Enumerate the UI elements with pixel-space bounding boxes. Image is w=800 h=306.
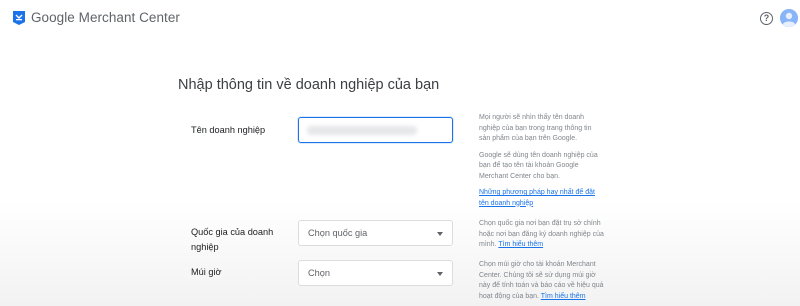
business-name-value-blurred xyxy=(307,126,417,135)
page-title: Nhập thông tin về doanh nghiệp của bạn xyxy=(178,77,440,93)
country-select[interactable]: Chọn quốc gia xyxy=(298,220,453,246)
country-help: Chọn quốc gia nơi bạn đặt trụ sở chính h… xyxy=(479,219,604,251)
timezone-select-value: Chọn xyxy=(308,268,330,278)
country-label: Quốc gia của doanh nghiệp xyxy=(191,225,273,255)
merchant-center-logo-icon xyxy=(13,11,25,25)
page-background-fade xyxy=(0,200,800,306)
business-name-input[interactable] xyxy=(298,117,453,143)
business-name-label: Tên doanh nghiệp xyxy=(191,125,266,135)
timezone-help: Chọn múi giờ cho tài khoản Merchant Cent… xyxy=(479,260,604,302)
business-name-help-p1: Mọi người sẽ nhìn thấy tên doanh nghiệp … xyxy=(479,114,592,142)
country-select-value: Chọn quốc gia xyxy=(308,228,368,238)
product-name: Google Merchant Center xyxy=(31,10,180,25)
business-name-help-p2: Google sẽ dùng tên doanh nghiệp của bạn … xyxy=(479,151,598,180)
top-app-bar: Google Merchant Center ? xyxy=(0,0,800,36)
brand-name: Google xyxy=(31,10,75,25)
timezone-label: Múi giờ xyxy=(191,267,222,277)
chevron-down-icon xyxy=(437,232,443,236)
business-name-best-practices-link[interactable]: Những phương pháp hay nhất để đặt tên do… xyxy=(479,189,595,207)
timezone-learn-more-link[interactable]: Tìm hiểu thêm xyxy=(541,293,586,300)
account-avatar-icon[interactable] xyxy=(780,9,798,27)
country-learn-more-link[interactable]: Tìm hiểu thêm xyxy=(498,241,543,248)
country-label-line2: nghiệp xyxy=(191,242,219,252)
country-label-line1: Quốc gia của doanh xyxy=(191,227,274,237)
product-title: Merchant Center xyxy=(78,10,180,25)
help-circle-icon[interactable]: ? xyxy=(760,12,773,25)
chevron-down-icon xyxy=(437,272,443,276)
business-name-help: Mọi người sẽ nhìn thấy tên doanh nghiệp … xyxy=(479,113,604,209)
timezone-select[interactable]: Chọn xyxy=(298,260,453,286)
